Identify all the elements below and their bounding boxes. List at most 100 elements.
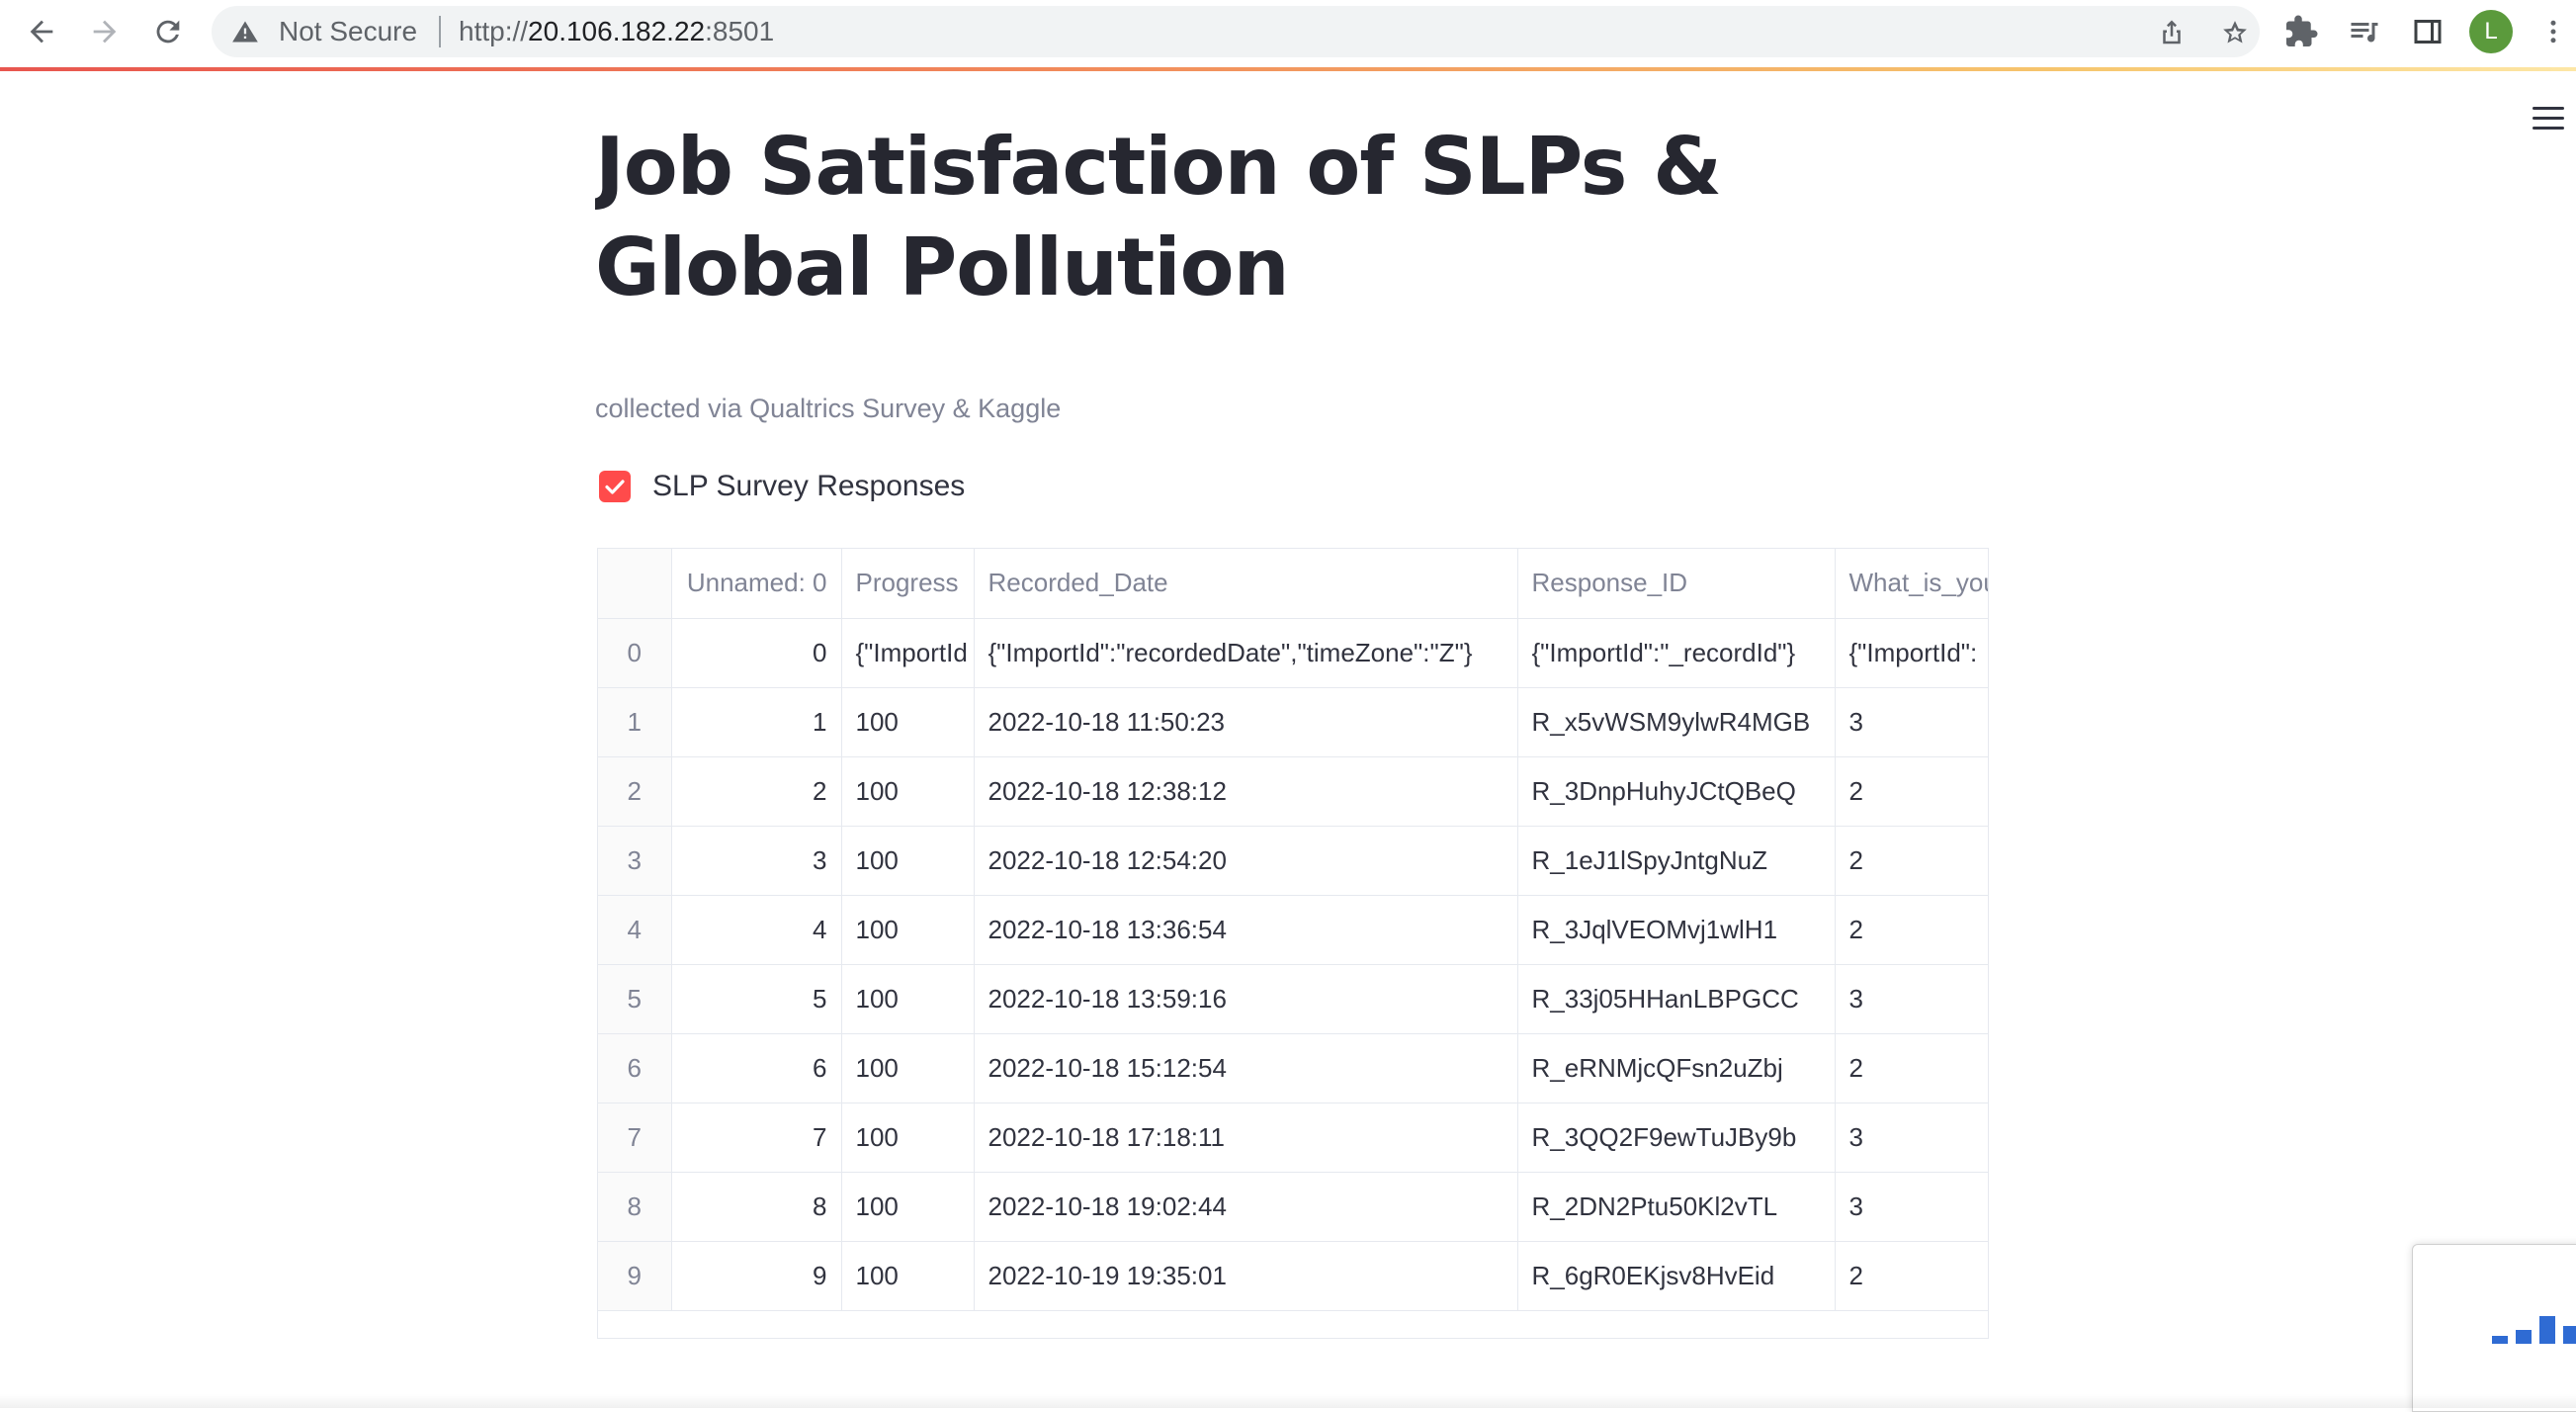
forward-arrow-icon xyxy=(93,20,117,44)
table-cell[interactable]: {"ImportId": xyxy=(1835,618,1988,688)
table-row[interactable]: 5 5 100 2022-10-18 13:59:16 R_33j05HHanLBPGC… xyxy=(598,964,1988,1034)
table-cell[interactable]: 3 xyxy=(1835,1172,1988,1242)
row-index-cell: 7 xyxy=(598,1103,672,1173)
checkbox-box[interactable] xyxy=(599,471,631,502)
url-scheme: http:// xyxy=(459,16,529,46)
table-cell[interactable]: R_3JqlVEOMvj1wlH1 xyxy=(1517,895,1836,965)
column-header[interactable]: Unnamed: 0 xyxy=(671,549,842,619)
table-cell[interactable]: 2 xyxy=(1835,826,1988,896)
page-title: Job Satisfaction of SLPs & Global Pollut… xyxy=(595,121,1722,313)
table-cell[interactable]: 4 xyxy=(671,895,842,965)
table-cell[interactable]: R_x5vWSM9ylwR4MGB xyxy=(1517,687,1836,757)
page-preview-thumbnail[interactable] xyxy=(2412,1244,2576,1412)
table-cell[interactable]: 2022-10-18 12:54:20 xyxy=(974,826,1518,896)
back-arrow-icon xyxy=(30,20,53,44)
share-icon[interactable] xyxy=(2157,18,2187,47)
table-row[interactable]: 3 3 100 2022-10-18 12:54:20 R_1eJ1lSpyJntgNu… xyxy=(598,826,1988,896)
table-cell[interactable]: 100 xyxy=(841,964,975,1034)
table-row[interactable]: 4 4 100 2022-10-18 13:36:54 R_3JqlVEOMvj1wlH… xyxy=(598,895,1988,965)
checkmark-icon xyxy=(605,480,625,494)
table-cell[interactable]: 3 xyxy=(1835,687,1988,757)
column-header[interactable]: Progress xyxy=(841,549,975,619)
table-cell[interactable]: R_33j05HHanLBPGCC xyxy=(1517,964,1836,1034)
index-header xyxy=(598,549,672,619)
table-cell[interactable]: 5 xyxy=(671,964,842,1034)
table-cell[interactable]: 3 xyxy=(671,826,842,896)
table-cell[interactable]: 2022-10-18 19:02:44 xyxy=(974,1172,1518,1242)
table-cell[interactable]: 100 xyxy=(841,756,975,827)
table-cell[interactable]: 100 xyxy=(841,1033,975,1103)
table-cell[interactable]: R_2DN2Ptu50Kl2vTL xyxy=(1517,1172,1836,1242)
survey-responses-checkbox[interactable]: SLP Survey Responses xyxy=(599,467,965,506)
table-cell[interactable]: 2022-10-19 19:35:01 xyxy=(974,1241,1518,1311)
table-cell[interactable]: R_3DnpHuhyJCtQBeQ xyxy=(1517,756,1836,827)
table-cell[interactable]: 2022-10-18 13:59:16 xyxy=(974,964,1518,1034)
table-cell[interactable]: 2022-10-18 11:50:23 xyxy=(974,687,1518,757)
table-row[interactable]: 8 8 100 2022-10-18 19:02:44 R_2DN2Ptu50Kl2vT… xyxy=(598,1172,1988,1242)
table-header-row: Unnamed: 0 Progress Recorded_Date Respon… xyxy=(598,549,1988,619)
table-cell[interactable]: 2022-10-18 12:38:12 xyxy=(974,756,1518,827)
url-port: :8501 xyxy=(705,16,775,46)
table-cell[interactable]: 6 xyxy=(671,1033,842,1103)
row-index-cell: 2 xyxy=(598,756,672,827)
profile-avatar[interactable]: L xyxy=(2469,10,2513,53)
table-cell[interactable]: R_eRNMjcQFsn2uZbj xyxy=(1517,1033,1836,1103)
forward-button[interactable] xyxy=(83,10,127,53)
table-cell[interactable]: 2022-10-18 15:12:54 xyxy=(974,1033,1518,1103)
table-row[interactable]: 0 0 {"ImportId {"ImportId":"recordedDate","… xyxy=(598,618,1988,688)
table-cell[interactable]: R_1eJ1lSpyJntgNuZ xyxy=(1517,826,1836,896)
table-cell[interactable]: 3 xyxy=(1835,964,1988,1034)
table-cell[interactable]: {"ImportId xyxy=(841,618,975,688)
table-cell[interactable]: {"ImportId":"recordedDate","timeZone":"Z… xyxy=(974,618,1518,688)
column-header[interactable]: Response_ID xyxy=(1517,549,1836,619)
side-panel-icon[interactable] xyxy=(2410,14,2446,49)
app-menu-icon[interactable] xyxy=(2533,107,2564,132)
table-cell[interactable]: 0 xyxy=(671,618,842,688)
address-bar[interactable]: Not Secure http://20.106.182.22:8501 xyxy=(212,6,2260,57)
security-indicator[interactable]: Not Secure xyxy=(279,18,417,45)
table-cell[interactable]: 8 xyxy=(671,1172,842,1242)
table-cell[interactable]: 2 xyxy=(1835,1241,1988,1311)
page-subtitle: collected via Qualtrics Survey & Kaggle xyxy=(595,394,1062,423)
media-queue-icon[interactable] xyxy=(2347,14,2382,49)
browser-menu-icon[interactable] xyxy=(2538,14,2568,49)
table-cell[interactable]: 100 xyxy=(841,1172,975,1242)
extensions-puzzle-icon[interactable] xyxy=(2283,14,2319,49)
table-cell[interactable]: R_6gR0EKjsv8HvEid xyxy=(1517,1241,1836,1311)
table-cell[interactable]: 2 xyxy=(1835,895,1988,965)
row-index-cell: 4 xyxy=(598,895,672,965)
reload-button[interactable] xyxy=(146,10,190,53)
url-text[interactable]: http://20.106.182.22:8501 xyxy=(459,18,774,45)
row-index-cell: 6 xyxy=(598,1033,672,1103)
table-cell[interactable]: 100 xyxy=(841,687,975,757)
table-row[interactable]: 1 1 100 2022-10-18 11:50:23 R_x5vWSM9ylwR4MG… xyxy=(598,687,1988,757)
table-row[interactable]: 2 2 100 2022-10-18 12:38:12 R_3DnpHuhyJCtQBe… xyxy=(598,756,1988,827)
table-row[interactable]: 7 7 100 2022-10-18 17:18:11 R_3QQ2F9ewTuJBy9… xyxy=(598,1103,1988,1173)
window-bottom-edge xyxy=(0,1394,2576,1408)
table-cell[interactable]: 1 xyxy=(671,687,842,757)
url-host: 20.106.182.22 xyxy=(528,16,706,46)
dataframe[interactable]: Unnamed: 0 Progress Recorded_Date Respon… xyxy=(597,548,1989,1339)
table-cell[interactable]: {"ImportId":"_recordId"} xyxy=(1517,618,1836,688)
column-header[interactable]: What_is_you xyxy=(1835,549,1988,619)
table-row[interactable]: 6 6 100 2022-10-18 15:12:54 R_eRNMjcQFsn2uZb… xyxy=(598,1033,1988,1103)
table-row[interactable]: 9 9 100 2022-10-19 19:35:01 R_6gR0EKjsv8HvEi… xyxy=(598,1241,1988,1311)
table-cell[interactable]: 2 xyxy=(671,756,842,827)
table-cell[interactable]: 100 xyxy=(841,1241,975,1311)
table-cell[interactable]: 100 xyxy=(841,826,975,896)
column-header[interactable]: Recorded_Date xyxy=(974,549,1518,619)
table-cell[interactable]: 2022-10-18 13:36:54 xyxy=(974,895,1518,965)
table-cell[interactable]: 7 xyxy=(671,1103,842,1173)
back-button[interactable] xyxy=(20,10,63,53)
reload-icon xyxy=(156,20,180,44)
table-cell[interactable]: 3 xyxy=(1835,1103,1988,1173)
table-cell[interactable]: 9 xyxy=(671,1241,842,1311)
table-cell[interactable]: 2 xyxy=(1835,756,1988,827)
bookmark-star-icon[interactable] xyxy=(2220,18,2250,47)
table-cell[interactable]: 2022-10-18 17:18:11 xyxy=(974,1103,1518,1173)
table-cell[interactable]: 100 xyxy=(841,895,975,965)
table-cell[interactable]: 2 xyxy=(1835,1033,1988,1103)
main-content: Job Satisfaction of SLPs & Global Pollut… xyxy=(595,71,1989,1408)
table-cell[interactable]: 100 xyxy=(841,1103,975,1173)
table-cell[interactable]: R_3QQ2F9ewTuJBy9b xyxy=(1517,1103,1836,1173)
